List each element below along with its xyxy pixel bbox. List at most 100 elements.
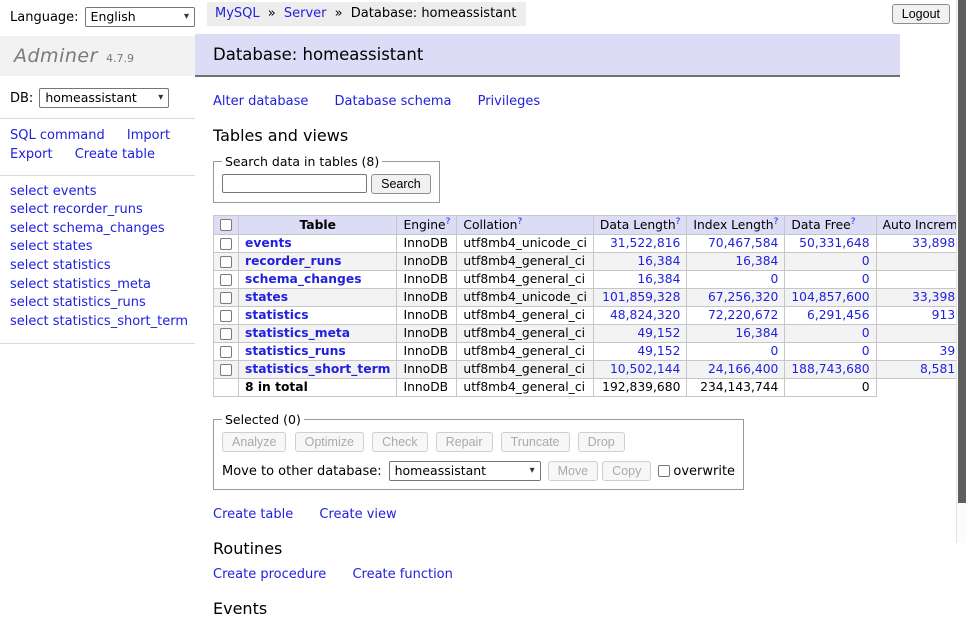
row-checkbox[interactable] (220, 346, 232, 358)
database-schema-link[interactable]: Database schema (335, 94, 452, 109)
create-procedure-link[interactable]: Create procedure (213, 567, 326, 582)
data-free-link[interactable]: 104,857,600 (791, 290, 869, 304)
search-input[interactable] (222, 174, 367, 193)
table-link[interactable]: events (245, 236, 292, 250)
scrollbar-thumb[interactable] (958, 0, 966, 503)
column-header-table[interactable]: Table (239, 216, 397, 235)
table-link[interactable]: recorder_runs (245, 254, 341, 268)
data-free-link[interactable]: 188,743,680 (791, 362, 869, 376)
help-link[interactable]: ? (774, 217, 779, 227)
help-link[interactable]: ? (446, 217, 451, 227)
row-checkbox[interactable] (220, 364, 232, 376)
table-total-row: 8 in total InnoDB utf8mb4_general_ci 192… (214, 379, 966, 397)
engine-cell: InnoDB (397, 253, 457, 271)
db-row: DB: homeassistant ▾ (0, 76, 195, 108)
table-link[interactable]: statistics_meta (245, 326, 350, 340)
table-row: recorder_runs InnoDB utf8mb4_general_ci … (214, 253, 966, 271)
row-checkbox[interactable] (220, 292, 232, 304)
data-length-link[interactable]: 10,502,144 (610, 362, 680, 376)
data-free-link[interactable]: 0 (862, 326, 870, 340)
table-link[interactable]: states (245, 290, 288, 304)
move-database-select[interactable]: homeassistant ▾ (389, 461, 541, 481)
help-link[interactable]: ? (517, 217, 522, 227)
table-link[interactable]: statistics_runs (245, 344, 346, 358)
data-free-link[interactable]: 6,291,456 (807, 308, 870, 322)
language-row: Language: English ▾ (0, 0, 195, 27)
create-table-link[interactable]: Create table (213, 507, 293, 522)
check-button[interactable]: Check (372, 432, 427, 452)
sidebar-link-import[interactable]: Import (127, 128, 170, 143)
drop-button[interactable]: Drop (578, 432, 625, 452)
index-length-link[interactable]: 16,384 (735, 326, 778, 340)
db-select[interactable]: homeassistant ▾ (39, 88, 169, 108)
engine-cell: InnoDB (397, 235, 457, 253)
data-length-link[interactable]: 48,824,320 (610, 308, 680, 322)
create-function-link[interactable]: Create function (352, 567, 452, 582)
data-length-link[interactable]: 101,859,328 (602, 290, 680, 304)
sidebar-item-select-statistics-runs[interactable]: select statistics_runs (10, 294, 195, 313)
index-length-link[interactable]: 72,220,672 (708, 308, 778, 322)
sidebar-item-select-schema-changes[interactable]: select schema_changes (10, 220, 195, 239)
index-length-link[interactable]: 0 (771, 344, 779, 358)
index-length-link[interactable]: 67,256,320 (708, 290, 778, 304)
data-free-link[interactable]: 0 (862, 344, 870, 358)
data-free-link[interactable]: 50,331,648 (799, 236, 869, 250)
table-link[interactable]: schema_changes (245, 272, 362, 286)
alter-database-link[interactable]: Alter database (213, 94, 308, 109)
sidebar-item-select-events[interactable]: select events (10, 183, 195, 202)
vertical-scrollbar[interactable] (956, 0, 966, 543)
language-label: Language: (10, 10, 79, 25)
data-free-link[interactable]: 0 (862, 254, 870, 268)
help-link[interactable]: ? (851, 217, 856, 227)
select-all-checkbox[interactable] (220, 219, 232, 231)
sidebar-item-select-states[interactable]: select states (10, 238, 195, 257)
move-row: Move to other database: homeassistant ▾ … (222, 461, 735, 481)
index-length-link[interactable]: 16,384 (735, 254, 778, 268)
sidebar-link-create-table[interactable]: Create table (75, 147, 155, 162)
row-checkbox[interactable] (220, 310, 232, 322)
logout-button[interactable]: Logout (892, 4, 950, 24)
sidebar-link-sql-command[interactable]: SQL command (10, 128, 105, 143)
index-length-link[interactable]: 0 (771, 272, 779, 286)
sidebar-table-list: select events select recorder_runs selec… (0, 176, 195, 334)
engine-cell: InnoDB (397, 325, 457, 343)
privileges-link[interactable]: Privileges (478, 94, 541, 109)
data-length-link[interactable]: 31,522,816 (610, 236, 680, 250)
help-link[interactable]: ? (676, 217, 681, 227)
selected-legend: Selected (0) (222, 412, 304, 427)
copy-button[interactable]: Copy (602, 461, 651, 481)
row-checkbox[interactable] (220, 328, 232, 340)
move-button[interactable]: Move (548, 461, 599, 481)
breadcrumb-link-server[interactable]: Server (284, 6, 327, 21)
overwrite-checkbox[interactable] (658, 465, 670, 477)
index-length-link[interactable]: 70,467,584 (708, 236, 778, 250)
optimize-button[interactable]: Optimize (295, 432, 364, 452)
analyze-button[interactable]: Analyze (222, 432, 286, 452)
sidebar-item-select-statistics-short-term[interactable]: select statistics_short_term (10, 313, 195, 332)
table-link[interactable]: statistics (245, 308, 309, 322)
data-length-link[interactable]: 49,152 (637, 344, 680, 358)
database-action-links: Alter database Database schema Privilege… (213, 94, 966, 109)
sidebar-item-select-recorder-runs[interactable]: select recorder_runs (10, 201, 195, 220)
data-free-link[interactable]: 0 (862, 272, 870, 286)
breadcrumb-link-mysql[interactable]: MySQL (215, 6, 260, 21)
row-checkbox[interactable] (220, 238, 232, 250)
breadcrumb-separator: » (335, 6, 343, 21)
create-view-link[interactable]: Create view (319, 507, 396, 522)
sidebar-item-select-statistics[interactable]: select statistics (10, 257, 195, 276)
sidebar-link-export[interactable]: Export (10, 147, 53, 162)
data-length-link[interactable]: 16,384 (637, 272, 680, 286)
language-select[interactable]: English ▾ (85, 7, 195, 27)
search-button[interactable]: Search (371, 174, 431, 194)
row-checkbox[interactable] (220, 256, 232, 268)
repair-button[interactable]: Repair (436, 432, 493, 452)
data-length-link[interactable]: 16,384 (637, 254, 680, 268)
total-label: 8 in total (239, 379, 397, 397)
sidebar: Language: English ▾ Adminer 4.7.9 DB: ho… (0, 0, 195, 543)
data-length-link[interactable]: 49,152 (637, 326, 680, 340)
index-length-link[interactable]: 24,166,400 (708, 362, 778, 376)
truncate-button[interactable]: Truncate (501, 432, 570, 452)
sidebar-item-select-statistics-meta[interactable]: select statistics_meta (10, 276, 195, 295)
row-checkbox[interactable] (220, 274, 232, 286)
table-link[interactable]: statistics_short_term (245, 362, 390, 376)
